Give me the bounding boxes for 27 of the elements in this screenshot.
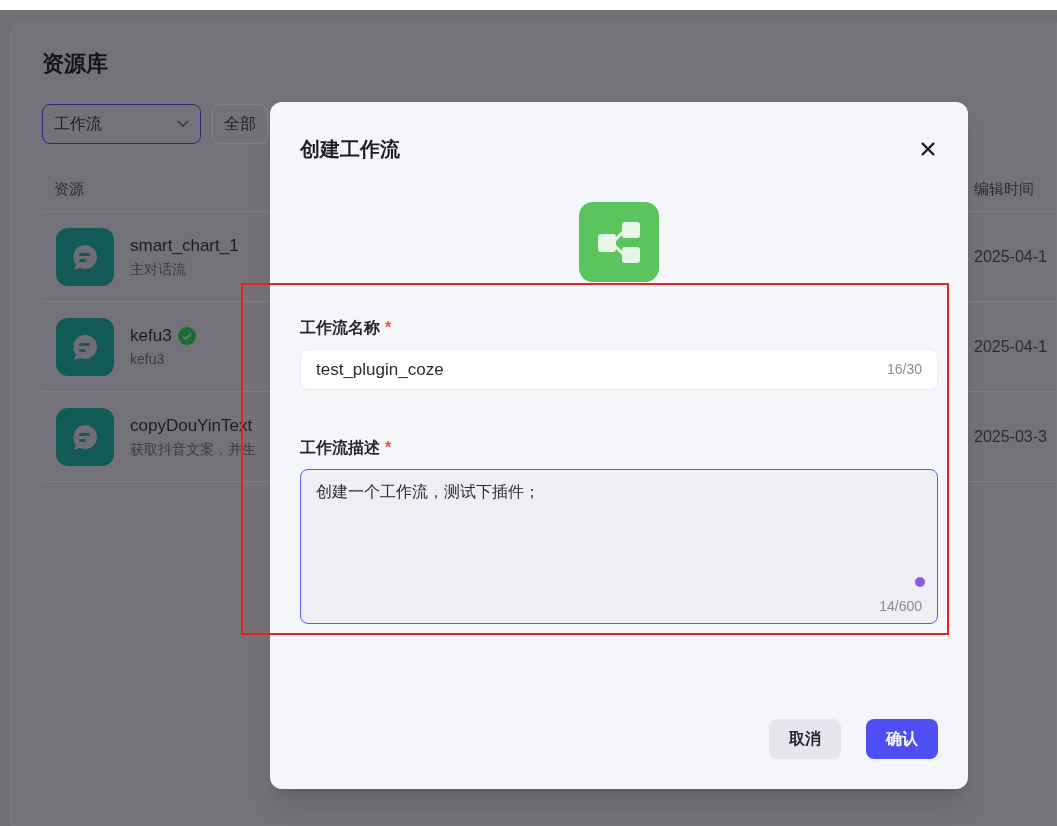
- name-input-field[interactable]: test_plugin_coze 16/30: [300, 349, 938, 390]
- chevron-down-icon: [177, 120, 189, 128]
- resource-description: kefu3: [130, 349, 166, 369]
- cancel-button[interactable]: 取消: [769, 719, 841, 759]
- dialog-title: 创建工作流: [300, 137, 400, 162]
- filter-button[interactable]: 全部: [212, 104, 268, 144]
- workflow-icon: [579, 202, 659, 282]
- chat-bubble-icon: [56, 227, 114, 286]
- field-label: 工作流描述: [300, 438, 380, 458]
- description-text-area[interactable]: 创建一个工作流，测试下插件； 14/600: [300, 469, 938, 624]
- required-mark: *: [385, 438, 392, 458]
- resource-name: kefu3: [130, 325, 172, 348]
- character-count: 16/30: [886, 360, 922, 379]
- character-count: 14/600: [879, 597, 922, 616]
- edited-time: 2025-04-1: [974, 246, 1047, 267]
- resource-name: smart_chart_1: [130, 235, 239, 258]
- column-header: 编辑时间: [974, 179, 1034, 200]
- chat-bubble-icon: [56, 317, 114, 376]
- column-header: 资源: [54, 179, 85, 200]
- edited-time: 2025-04-1: [974, 336, 1047, 357]
- confirm-button[interactable]: 确认: [866, 719, 938, 759]
- page-title: 资源库: [42, 50, 109, 78]
- edited-time: 2025-03-3: [974, 426, 1047, 447]
- field-label: 工作流名称: [300, 318, 380, 338]
- required-mark: *: [385, 318, 392, 338]
- chat-bubble-icon: [56, 407, 114, 466]
- type-dropdown[interactable]: 工作流: [42, 104, 201, 144]
